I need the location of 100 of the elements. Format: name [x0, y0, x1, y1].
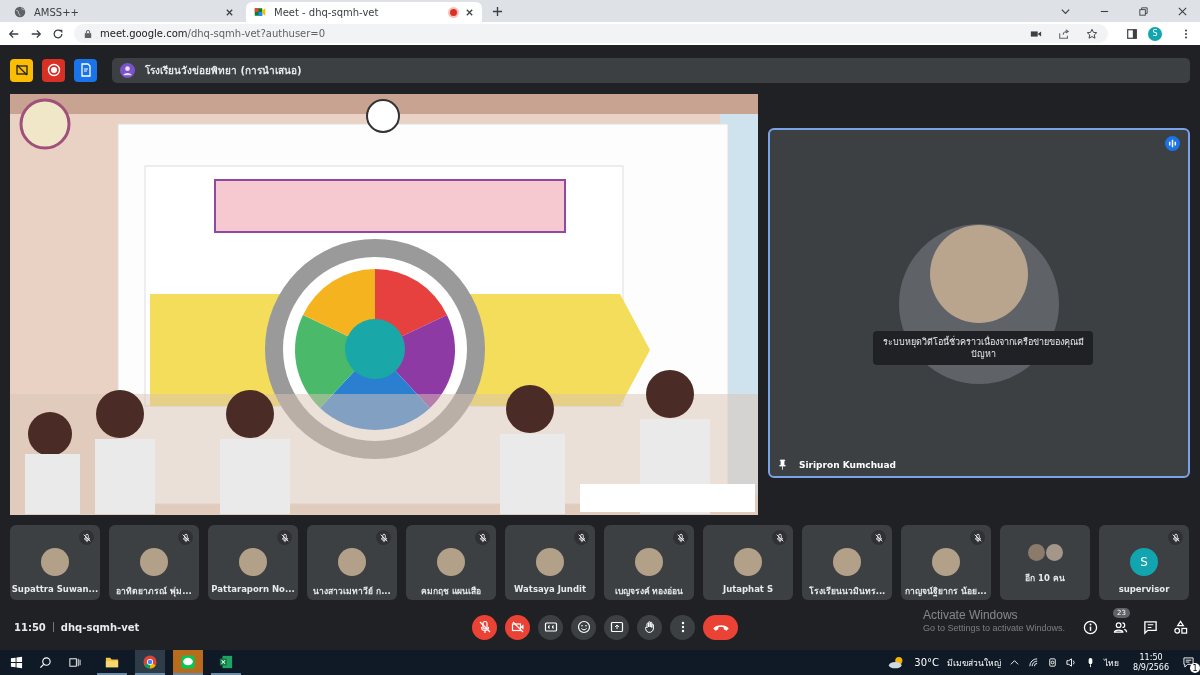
people-icon[interactable]	[1113, 619, 1128, 635]
slides-off-icon	[14, 63, 29, 77]
participant-name: supervisor	[1118, 584, 1170, 594]
tab-title: AMSS++	[34, 6, 80, 18]
activation-watermark-title: Activate Windows	[922, 608, 1019, 622]
chevron-up-icon[interactable]	[1009, 657, 1021, 668]
temperature-text: 30°C	[914, 657, 940, 668]
avatar-photo-placeholder	[635, 548, 663, 576]
record-button[interactable]	[42, 58, 65, 82]
close-icon[interactable]	[225, 7, 234, 17]
participant-name: อาทิตยาภรณ์ พุ่ม...	[116, 585, 192, 598]
participant-name: คมกฤช แผนเสือ	[421, 585, 481, 598]
participant-tile[interactable]: Pattaraporn No...	[208, 525, 298, 600]
notes-button[interactable]	[74, 58, 97, 82]
participant-name: โรงเรียนนวมินทร...	[808, 585, 886, 598]
captions-button[interactable]	[538, 614, 563, 640]
info-icon[interactable]	[1083, 619, 1098, 635]
search-icon[interactable]	[39, 656, 52, 669]
participant-name: อีก 10 คน	[1025, 572, 1065, 585]
activities-icon[interactable]	[1173, 619, 1188, 635]
chat-icon[interactable]	[1143, 619, 1158, 635]
browser-tab[interactable]: Meet - dhq-sqmh-vet	[246, 2, 482, 22]
presenter-name: โรงเรียนวังข่อยพิทยา (การนำเสนอ)	[145, 63, 302, 78]
emoji-button[interactable]	[571, 614, 596, 640]
participant-tile[interactable]: นางสาวเมทาวีย์ ก...	[307, 525, 397, 600]
star-icon[interactable]	[1086, 27, 1098, 40]
meeting-time: 11:50	[14, 621, 46, 633]
camera-icon	[254, 6, 266, 18]
raise-hand-button[interactable]	[637, 614, 662, 640]
new-tab-icon[interactable]	[492, 6, 503, 17]
participant-name: Pattaraporn No...	[211, 584, 295, 594]
address-bar[interactable]: meet.google.com/dhq-sqmh-vet?authuser=0	[74, 24, 1108, 43]
present-screen-icon	[609, 620, 624, 634]
microphone-button[interactable]	[472, 614, 497, 640]
forward-icon[interactable]	[30, 27, 42, 40]
back-icon[interactable]	[8, 27, 20, 40]
leave-call-button[interactable]	[703, 614, 738, 640]
wifi-icon[interactable]	[1028, 657, 1040, 668]
participant-name: เบญจรงค์ ทองอ่อน	[614, 585, 684, 598]
participant-tile[interactable]: Jutaphat S	[703, 525, 793, 600]
taskbar-app-button[interactable]	[135, 650, 165, 675]
participant-tile[interactable]: S supervisor	[1099, 525, 1189, 600]
smiley-icon	[576, 620, 591, 634]
activation-watermark-text: Go to Settings to activate Windows.	[922, 623, 1065, 633]
mic-off-icon	[477, 620, 492, 634]
windows-start-icon[interactable]	[10, 656, 23, 669]
participant-tile[interactable]: โรงเรียนนวมินทร...	[802, 525, 892, 600]
participant-name: Siripron Kumchuad	[799, 459, 896, 470]
notification-count: 1	[1190, 663, 1200, 673]
participant-tile[interactable]: Watsaya Jundit	[505, 525, 595, 600]
browser-tab[interactable]: AMSS++	[6, 2, 242, 22]
avatar-photo-placeholder	[833, 548, 861, 576]
captions-icon	[543, 620, 558, 634]
speaker-icon[interactable]	[1066, 657, 1078, 668]
globe-icon	[14, 6, 26, 18]
share-icon[interactable]	[1058, 27, 1070, 40]
participant-tile[interactable]: คมกฤช แผนเสือ	[406, 525, 496, 600]
document-icon	[78, 63, 93, 77]
record-icon	[46, 63, 61, 77]
avatar-photo-placeholder	[932, 548, 960, 576]
input-language[interactable]: ไทย	[1104, 655, 1120, 670]
weather-text: มีเมฆส่วนใหญ่	[947, 656, 1002, 670]
participant-tile[interactable]: Supattra Suwan...	[10, 525, 100, 600]
side-panel-icon[interactable]	[1126, 27, 1138, 40]
participant-name: นางสาวเมทาวีย์ ก...	[313, 585, 391, 598]
avatar-group-placeholder	[1027, 544, 1063, 561]
restore-icon[interactable]	[1138, 6, 1149, 17]
chat-bubble-icon	[181, 654, 195, 669]
person-avatar-icon	[120, 62, 135, 78]
clock-time: 11:50	[1139, 652, 1163, 663]
tab-search-icon[interactable]	[1060, 6, 1071, 17]
participant-name: Watsaya Jundit	[514, 584, 586, 594]
task-view-icon[interactable]	[68, 656, 81, 669]
close-icon[interactable]	[1177, 6, 1188, 17]
avatar-photo-placeholder	[437, 548, 465, 576]
participant-tile[interactable]: เบญจรงค์ ทองอ่อน	[604, 525, 694, 600]
hand-icon	[642, 620, 657, 634]
pin-icon[interactable]	[778, 459, 787, 470]
reload-icon[interactable]	[52, 27, 64, 40]
avatar-initial: S	[1130, 548, 1158, 576]
participant-tile[interactable]: อาทิตยาภรณ์ พุ่ม...	[109, 525, 199, 600]
present-button[interactable]	[604, 614, 629, 640]
url-text: meet.google.com/dhq-sqmh-vet?authuser=0	[100, 28, 326, 39]
meeting-code: dhq-sqmh-vet	[60, 621, 140, 633]
close-icon[interactable]	[465, 7, 474, 17]
clock-date: 8/9/2566	[1133, 662, 1169, 673]
camera-off-icon	[510, 620, 525, 634]
participant-tile[interactable]: กาญจน์ฐิยากร น้อย...	[901, 525, 991, 600]
spreadsheet-icon	[219, 654, 233, 669]
camera-icon[interactable]	[1047, 657, 1059, 668]
browser-icon	[143, 654, 157, 669]
network-notice: ระบบหยุดวิดีโอนี้ชั่วคราวเนื่องจากเครือข่ายของคุณมีปัญหา	[873, 331, 1093, 366]
participant-tile[interactable]: อีก 10 คน	[1000, 525, 1090, 600]
participant-name: กาญจน์ฐิยากร น้อย...	[905, 585, 987, 598]
camera-button[interactable]	[505, 614, 530, 640]
avatar-photo-placeholder	[140, 548, 168, 576]
companion-mode-button[interactable]	[10, 58, 33, 82]
lock-icon	[84, 28, 92, 39]
participant-name: Jutaphat S	[723, 584, 773, 594]
notification-icon[interactable]	[1183, 657, 1194, 668]
